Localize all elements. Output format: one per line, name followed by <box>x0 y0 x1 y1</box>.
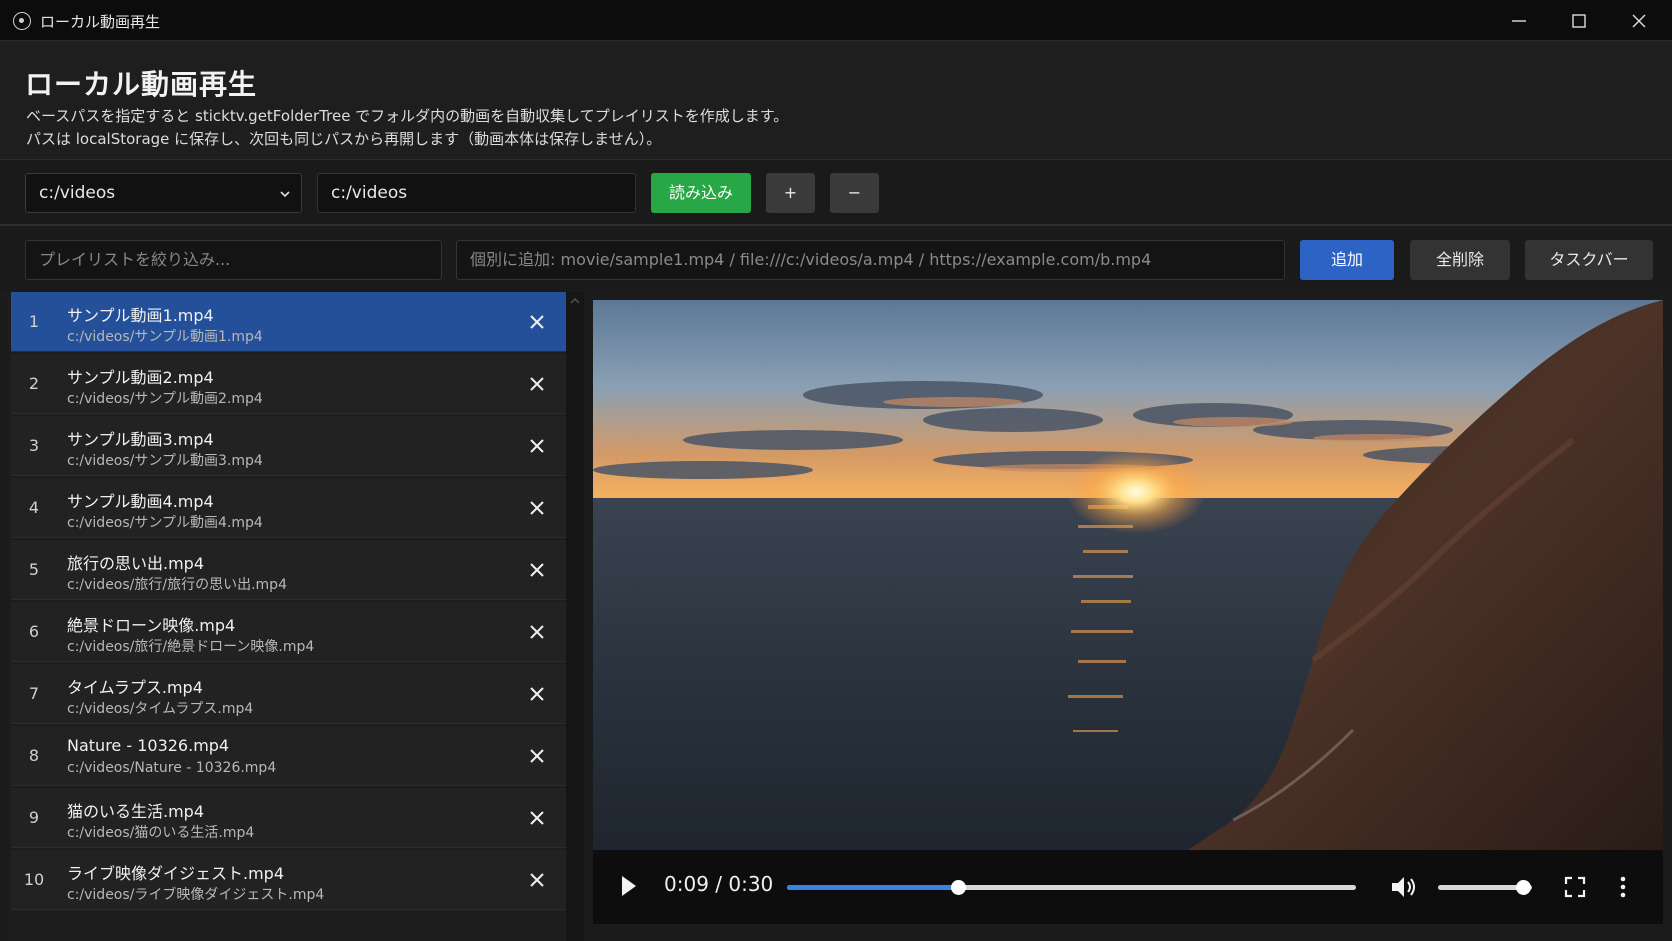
maximize-icon <box>1572 14 1586 28</box>
clear-all-button[interactable]: 全削除 <box>1410 240 1510 280</box>
playlist-item-name: サンプル動画4.mp4 <box>67 492 214 511</box>
chevron-down-icon <box>280 191 290 198</box>
playlist-filter-input[interactable]: プレイリストを絞り込み... <box>25 240 442 280</box>
base-path-select-value: c:/videos <box>39 183 116 203</box>
close-icon[interactable] <box>525 806 549 830</box>
playlist-item-number: 1 <box>28 312 40 331</box>
load-button[interactable]: 読み込み <box>651 173 751 213</box>
playlist-item-path: c:/videos/タイムラプス.mp4 <box>67 701 254 717</box>
add-path-button[interactable]: + <box>766 173 815 213</box>
playlist-item-number: 2 <box>28 374 40 393</box>
playlist-item[interactable]: 1 サンプル動画1.mp4 c:/videos/サンプル動画1.mp4 <box>11 292 567 352</box>
playlist-item[interactable]: 9 猫のいる生活.mp4 c:/videos/猫のいる生活.mp4 <box>11 788 567 848</box>
playlist-item[interactable]: 8 Nature - 10326.mp4 c:/videos/Nature - 10… <box>11 726 567 786</box>
playlist-item-number: 5 <box>28 560 40 579</box>
playlist-item-path: c:/videos/サンプル動画4.mp4 <box>67 515 263 531</box>
playlist-item-number: 8 <box>28 746 40 765</box>
window-title: ローカル動画再生 <box>40 13 161 31</box>
playlist-item-name: タイムラプス.mp4 <box>67 678 203 697</box>
window-titlebar: ローカル動画再生 <box>0 0 1672 41</box>
playlist-item-name: Nature - 10326.mp4 <box>67 736 230 755</box>
close-icon <box>1632 14 1646 28</box>
playlist-item-name: 絶景ドローン映像.mp4 <box>67 616 236 635</box>
playlist-item-number: 3 <box>28 436 40 455</box>
time-display: 0:09 / 0:30 <box>664 872 774 896</box>
scroll-up-icon <box>570 298 580 304</box>
playlist-item-number: 4 <box>28 498 40 517</box>
close-icon[interactable] <box>525 372 549 396</box>
playlist-item[interactable]: 10 ライブ映像ダイジェスト.mp4 c:/videos/ライブ映像ダイジェスト.m… <box>11 850 567 910</box>
playlist-item-number: 10 <box>23 870 45 889</box>
playlist-item-path: c:/videos/サンプル動画1.mp4 <box>67 329 263 345</box>
playlist-item-path: c:/videos/猫のいる生活.mp4 <box>67 825 255 841</box>
playlist-item-name: 猫のいる生活.mp4 <box>67 802 205 821</box>
add-button[interactable]: 追加 <box>1300 240 1394 280</box>
playlist-item[interactable]: 6 絶景ドローン映像.mp4 c:/videos/旅行/絶景ドローン映像.mp4 <box>11 602 567 662</box>
playlist-item-name: 旅行の思い出.mp4 <box>67 554 205 573</box>
video-player: 0:09 / 0:30 <box>584 292 1672 941</box>
playlist-item-number: 7 <box>28 684 40 703</box>
playlist-item-name: サンプル動画1.mp4 <box>67 306 214 325</box>
add-item-input[interactable]: 個別に追加: movie/sample1.mp4 / file:///c:/vi… <box>456 240 1285 280</box>
video-image <box>593 300 1663 924</box>
minimize-icon <box>1512 20 1526 22</box>
close-icon[interactable] <box>525 434 549 458</box>
playlist-item-path: c:/videos/旅行/旅行の思い出.mp4 <box>67 577 287 593</box>
taskbar-button[interactable]: タスクバー <box>1525 240 1653 280</box>
video-controls: 0:09 / 0:30 <box>593 850 1663 924</box>
fullscreen-icon[interactable] <box>1564 876 1586 898</box>
filter-bar: プレイリストを絞り込み... 個別に追加: movie/sample1.mp4 … <box>0 226 1672 292</box>
close-icon[interactable] <box>525 682 549 706</box>
playlist-item-name: サンプル動画3.mp4 <box>67 430 214 449</box>
playlist-item[interactable]: 3 サンプル動画3.mp4 c:/videos/サンプル動画3.mp4 <box>11 416 567 476</box>
playlist-item-path: c:/videos/Nature - 10326.mp4 <box>67 760 277 776</box>
base-path-input-value: c:/videos <box>331 183 408 203</box>
path-toolbar: c:/videos c:/videos 読み込み + − <box>0 159 1672 226</box>
close-icon[interactable] <box>525 868 549 892</box>
page-header: ローカル動画再生 ベースパスを指定すると sticktv.getFolderTr… <box>0 41 1672 159</box>
close-icon[interactable] <box>525 496 549 520</box>
close-icon[interactable] <box>525 310 549 334</box>
description-line-1: ベースパスを指定すると sticktv.getFolderTree でフォルダ内… <box>26 107 789 125</box>
playlist-item[interactable]: 5 旅行の思い出.mp4 c:/videos/旅行/旅行の思い出.mp4 <box>11 540 567 600</box>
volume-slider[interactable] <box>1438 880 1532 895</box>
playlist-item-path: c:/videos/ライブ映像ダイジェスト.mp4 <box>67 887 325 903</box>
playlist: 1 サンプル動画1.mp4 c:/videos/サンプル動画1.mp4 2 サンプル動画… <box>10 292 584 941</box>
seek-bar-fill <box>787 885 958 890</box>
close-icon[interactable] <box>525 620 549 644</box>
seek-bar[interactable] <box>787 880 1356 895</box>
close-icon[interactable] <box>525 558 549 582</box>
minimize-button[interactable] <box>1489 0 1549 41</box>
base-path-input[interactable]: c:/videos <box>317 173 636 213</box>
video-frame[interactable] <box>593 300 1663 924</box>
close-icon[interactable] <box>525 744 549 768</box>
app-icon <box>13 12 31 30</box>
playlist-item-path: c:/videos/サンプル動画3.mp4 <box>67 453 263 469</box>
playlist-item-number: 6 <box>28 622 40 641</box>
seek-bar-thumb[interactable] <box>950 880 966 895</box>
playlist-item[interactable]: 2 サンプル動画2.mp4 c:/videos/サンプル動画2.mp4 <box>11 354 567 414</box>
volume-slider-thumb[interactable] <box>1515 880 1531 895</box>
playlist-item-number: 9 <box>28 808 40 827</box>
base-path-select[interactable]: c:/videos <box>25 173 302 213</box>
playlist-item-path: c:/videos/旅行/絶景ドローン映像.mp4 <box>67 639 315 655</box>
page-title: ローカル動画再生 <box>25 68 258 101</box>
playlist-item-name: サンプル動画2.mp4 <box>67 368 214 387</box>
playlist-item[interactable]: 4 サンプル動画4.mp4 c:/videos/サンプル動画4.mp4 <box>11 478 567 538</box>
close-window-button[interactable] <box>1609 0 1669 41</box>
playlist-item[interactable]: 7 タイムラプス.mp4 c:/videos/タイムラプス.mp4 <box>11 664 567 724</box>
playlist-item-path: c:/videos/サンプル動画2.mp4 <box>67 391 263 407</box>
more-vertical-icon[interactable] <box>1619 876 1627 898</box>
playlist-item-name: ライブ映像ダイジェスト.mp4 <box>67 864 285 883</box>
volume-icon[interactable] <box>1390 875 1418 899</box>
playlist-scrollbar[interactable] <box>566 292 584 941</box>
description-line-2: パスは localStorage に保存し、次回も同じパスから再開します（動画本… <box>26 130 662 148</box>
remove-path-button[interactable]: − <box>830 173 879 213</box>
play-icon[interactable] <box>620 874 638 898</box>
maximize-button[interactable] <box>1549 0 1609 41</box>
